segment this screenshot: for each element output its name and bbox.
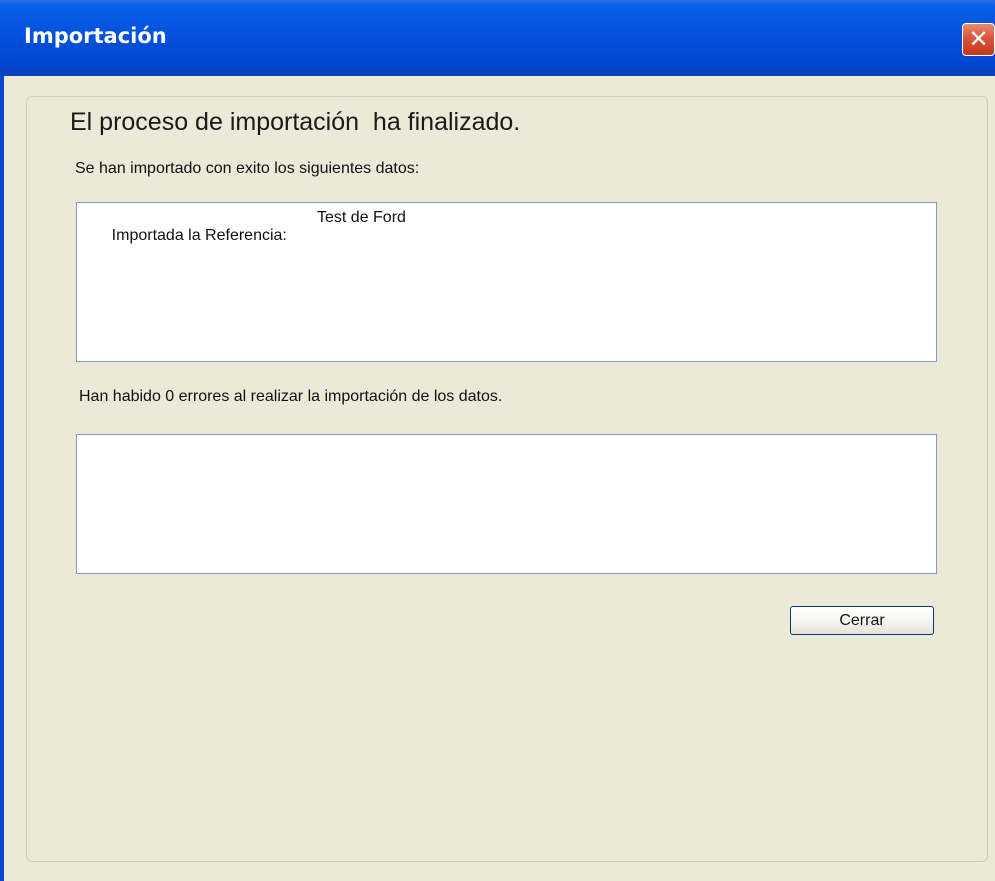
window-title: Importación xyxy=(24,24,167,48)
imported-data-list[interactable]: Importada la Referencia: Test de Ford xyxy=(76,202,937,362)
errors-label: Han habido 0 errores al realizar la impo… xyxy=(79,388,503,405)
status-heading: El proceso de importación ha finalizado. xyxy=(70,108,521,136)
title-bar[interactable]: Importación ✕ xyxy=(0,0,995,76)
close-button[interactable]: Cerrar xyxy=(790,606,934,635)
errors-list[interactable] xyxy=(76,434,937,574)
list-item: Importada la Referencia: Test de Ford xyxy=(85,209,406,281)
success-label: Se han importado con exito los siguiente… xyxy=(75,160,420,177)
imported-item-value: Test de Ford xyxy=(317,209,406,226)
window-frame-left xyxy=(0,76,4,881)
close-window-button[interactable]: ✕ xyxy=(962,23,995,56)
close-icon: ✕ xyxy=(968,25,989,53)
imported-item-label: Importada la Referencia: xyxy=(111,227,287,244)
import-dialog-window: Importación ✕ El proceso de importación … xyxy=(0,0,995,881)
